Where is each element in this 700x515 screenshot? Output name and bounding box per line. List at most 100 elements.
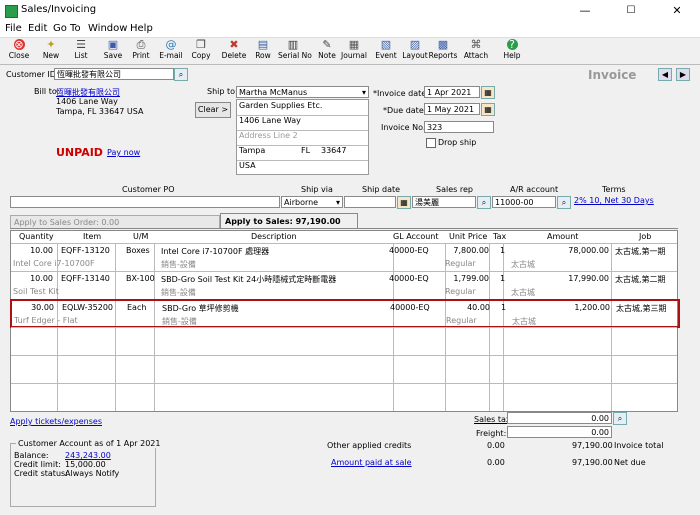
journal-button[interactable]: ▦ Journal — [339, 39, 369, 63]
um-cell[interactable]: Each — [127, 303, 146, 312]
customer-lookup-button[interactable]: ⌕ — [174, 68, 188, 81]
unit-price-cell[interactable]: 7,800.00 — [453, 246, 489, 255]
unit-price-cell[interactable]: 1,799.00 — [453, 274, 489, 283]
invoice-date-picker[interactable]: ▦ — [481, 86, 495, 99]
sales-rep-field[interactable]: 湯美麗 — [412, 196, 476, 208]
close-window-button[interactable]: ✕ — [654, 0, 700, 22]
gl-account-cell[interactable]: 40000-EQ — [389, 274, 429, 283]
note-button[interactable]: ✎ Note — [312, 39, 342, 63]
next-record-button[interactable]: ▶ — [676, 68, 690, 81]
col-um: U/M — [133, 232, 149, 241]
amount-cell[interactable]: 17,990.00 — [568, 274, 609, 283]
help-button[interactable]: ? Help — [497, 39, 527, 63]
menu-edit[interactable]: Edit — [28, 23, 47, 34]
job-cell[interactable]: 太古城,第三期 — [616, 303, 667, 314]
save-button[interactable]: ▣ Save — [98, 39, 128, 63]
apply-tickets-link[interactable]: Apply tickets/expenses — [10, 417, 102, 426]
freight-field[interactable]: 0.00 — [507, 426, 612, 438]
menu-file[interactable]: File — [5, 23, 22, 34]
table-row[interactable]: 30.00 EQLW-35200 Each SBD-Gro 草坪修剪機 40000-EQ… — [10, 299, 680, 328]
ar-account-lookup[interactable]: ⌕ — [557, 196, 571, 209]
um-cell[interactable]: BX-100 — [126, 274, 155, 283]
unit-price-cell[interactable]: 40.00 — [467, 303, 490, 312]
list-button[interactable]: ☰ List — [66, 39, 96, 63]
item-cell[interactable]: EQFF-13140 — [61, 274, 110, 283]
app-icon — [5, 5, 18, 18]
tax-cell[interactable]: 1 — [500, 274, 505, 283]
tab-apply-sales-order[interactable]: Apply to Sales Order: 0.00 — [10, 215, 220, 228]
tab-apply-sales[interactable]: Apply to Sales: 97,190.00 — [220, 213, 358, 228]
close-button[interactable]: ⊗ Close — [4, 39, 34, 63]
layout-button[interactable]: ▨ Layout — [400, 39, 430, 63]
menu-window[interactable]: Window — [88, 23, 127, 34]
drop-ship-checkbox[interactable] — [426, 138, 436, 148]
amount-paid-link[interactable]: Amount paid at sale — [331, 458, 412, 467]
terms-label: Terms — [602, 185, 626, 194]
new-icon: ✦ — [46, 38, 56, 51]
invoice-no-field[interactable]: 323 — [424, 121, 494, 133]
attach-button[interactable]: ⌘ Attach — [461, 39, 491, 63]
serial-icon: ▥ — [287, 38, 299, 51]
table-row[interactable]: 10.00 EQFF-13120 Boxes Intel Core i7-10700F… — [11, 243, 677, 270]
due-date-picker[interactable]: ▦ — [481, 103, 495, 116]
ship-date-picker[interactable]: ▦ — [397, 196, 411, 209]
customer-id-field[interactable]: 恆暉批發有限公司 — [54, 68, 174, 80]
sales-rep-lookup[interactable]: ⌕ — [477, 196, 491, 209]
due-date-field[interactable]: 1 May 2021 — [424, 103, 480, 115]
event-icon: ▧ — [380, 38, 392, 51]
tax-cell[interactable]: 1 — [500, 246, 505, 255]
serial-no-button[interactable]: ▥ Serial No — [278, 38, 312, 63]
sales-tax-field[interactable]: 0.00 — [507, 412, 612, 424]
copy-button[interactable]: ❐ Copy — [186, 39, 216, 63]
ship-to-select[interactable]: Martha McManus ▾ — [236, 86, 369, 98]
delete-button[interactable]: ✖ Delete — [219, 39, 249, 63]
event-button[interactable]: ▧ Event — [371, 39, 401, 63]
quantity-cell[interactable]: 10.00 — [30, 246, 53, 255]
attach-icon: ⌘ — [470, 38, 482, 51]
maximize-button[interactable]: ☐ — [608, 0, 654, 22]
job-cell[interactable]: 太古城,第一期 — [615, 246, 666, 257]
e-mail-button[interactable]: @ E-mail — [156, 39, 186, 63]
ar-account-field[interactable]: 11000-00 — [492, 196, 556, 208]
amount-cell[interactable]: 1,200.00 — [574, 303, 610, 312]
minimize-button[interactable]: — — [562, 0, 608, 22]
item-cell[interactable]: EQFF-13120 — [61, 246, 110, 255]
layout-icon: ▨ — [409, 38, 421, 51]
amount-cell[interactable]: 78,000.00 — [568, 246, 609, 255]
menu-help[interactable]: Help — [130, 23, 153, 34]
previous-record-button[interactable]: ◀ — [658, 68, 672, 81]
description-cell[interactable]: Intel Core i7-10700F 處理器 — [161, 246, 269, 257]
tax-cell[interactable]: 1 — [501, 303, 506, 312]
customer-po-field[interactable] — [10, 196, 280, 208]
ship-via-select[interactable]: Airborne ▾ — [281, 196, 343, 208]
sales-rep-label: Sales rep — [436, 185, 473, 194]
unpaid-status: UNPAID — [56, 146, 103, 159]
description-cell[interactable]: SBD-Gro 草坪修剪機 — [162, 303, 239, 314]
quantity-cell[interactable]: 10.00 — [30, 274, 53, 283]
pay-now-link[interactable]: Pay now — [107, 148, 140, 157]
description-cell[interactable]: SBD-Gro Soil Test Kit 24小時隱械式定時斷電器 — [161, 274, 336, 285]
print-button[interactable]: ⎙ Print — [126, 39, 156, 63]
price-level: Regular — [445, 259, 476, 268]
ship-date-field[interactable] — [344, 196, 396, 208]
gl-account-cell[interactable]: 40000-EQ — [390, 303, 430, 312]
ship-country[interactable]: USA — [239, 161, 256, 170]
toolbar-label: Event — [375, 51, 397, 60]
balance-link[interactable]: 243,243.00 — [65, 451, 111, 460]
item-cell[interactable]: EQLW-35200 — [62, 303, 113, 312]
menu-bar: File Edit Go To Window Help — [0, 22, 700, 38]
row-button[interactable]: ▤ Row — [248, 39, 278, 63]
quantity-cell[interactable]: 30.00 — [31, 303, 54, 312]
new-button[interactable]: ✦ New — [36, 39, 66, 63]
gl-account-cell[interactable]: 40000-EQ — [389, 246, 429, 255]
sales-tax-lookup[interactable]: ⌕ — [613, 412, 627, 425]
reports-button[interactable]: ▩ Reports — [428, 39, 458, 63]
um-cell[interactable]: Boxes — [126, 246, 150, 255]
invoice-date-field[interactable]: 1 Apr 2021 — [424, 86, 480, 98]
menu-goto[interactable]: Go To — [53, 23, 81, 34]
terms-link[interactable]: 2% 10, Net 30 Days — [574, 196, 654, 205]
search-icon: ⌕ — [481, 198, 487, 207]
table-row[interactable]: 10.00 EQFF-13140 BX-100 SBD-Gro Soil Test K… — [11, 271, 677, 298]
clear-ship-to-button[interactable]: Clear > — [195, 102, 231, 118]
job-cell[interactable]: 太古城,第二期 — [615, 274, 666, 285]
